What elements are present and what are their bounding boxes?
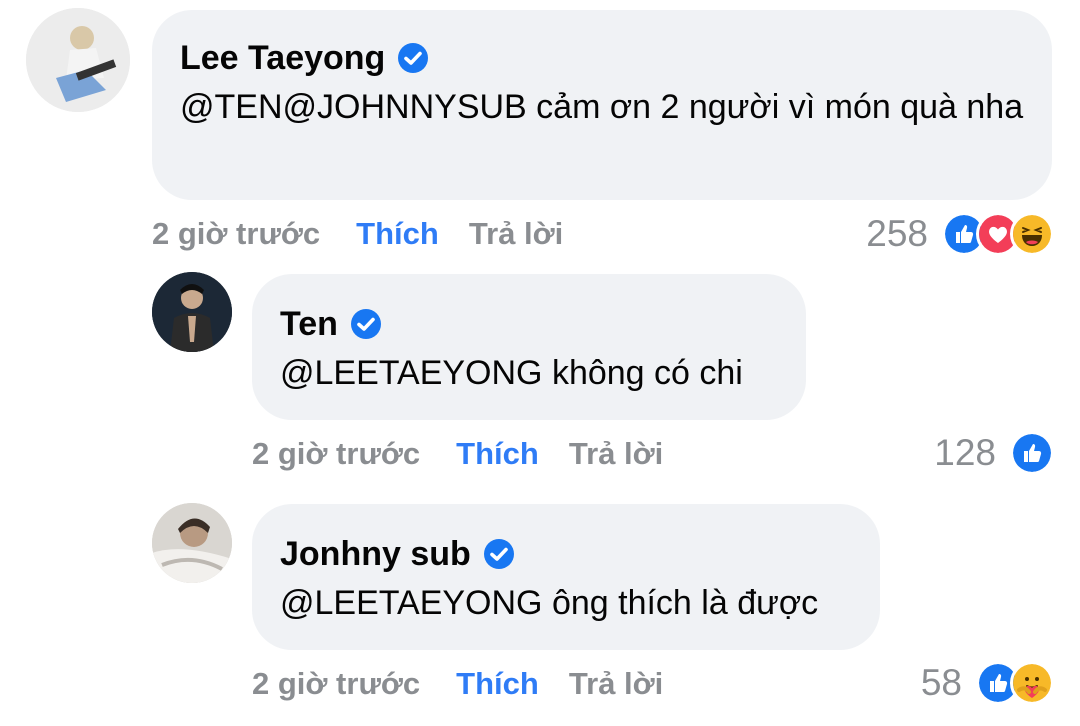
like-button[interactable]: Thích (456, 436, 539, 472)
reaction-summary[interactable]: 58 (921, 661, 1054, 705)
avatar-image (26, 8, 130, 112)
avatar[interactable] (152, 272, 232, 352)
comment-bubble: Lee Taeyong @TEN@JOHNNYSUB cảm ơn 2 ngườ… (152, 10, 1052, 200)
verified-badge-icon (398, 43, 429, 73)
verified-badge-icon (483, 539, 514, 569)
care-icon (1010, 661, 1054, 705)
reaction-summary[interactable]: 128 (934, 431, 1054, 475)
reaction-summary[interactable]: 258 (866, 212, 1054, 256)
reaction-count: 128 (934, 432, 996, 473)
like-button[interactable]: Thích (456, 666, 539, 702)
reply-button[interactable]: Trả lời (569, 436, 663, 472)
reply-button[interactable]: Trả lời (569, 666, 663, 702)
author-name[interactable]: Lee Taeyong (180, 38, 385, 78)
comment-actions: 2 giờ trước Thích Trả lời (252, 436, 663, 472)
avatar[interactable] (152, 503, 232, 583)
haha-icon (1010, 212, 1054, 256)
author-name[interactable]: Jonhny sub (280, 534, 471, 574)
like-button[interactable]: Thích (356, 216, 439, 252)
verified-badge-icon (350, 309, 381, 339)
comment-text: @LEETAEYONG ông thích là được (280, 584, 819, 622)
author-row: Jonhny sub (280, 534, 852, 574)
timestamp[interactable]: 2 giờ trước (152, 216, 320, 252)
author-row: Ten (280, 304, 778, 344)
comment-text: @LEETAEYONG không có chi (280, 354, 743, 392)
avatar[interactable] (26, 8, 130, 112)
avatar-image (152, 503, 232, 583)
reaction-count: 258 (866, 213, 928, 254)
timestamp[interactable]: 2 giờ trước (252, 666, 420, 702)
author-row: Lee Taeyong (180, 38, 1024, 78)
author-name[interactable]: Ten (280, 304, 338, 344)
comment-actions: 2 giờ trước Thích Trả lời (252, 666, 663, 702)
comment-bubble: Ten @LEETAEYONG không có chi (252, 274, 806, 420)
comments-thread: Lee Taeyong @TEN@JOHNNYSUB cảm ơn 2 ngườ… (0, 0, 1080, 726)
avatar-image (152, 272, 232, 352)
like-icon (1010, 431, 1054, 475)
comment-actions: 2 giờ trước Thích Trả lời (152, 216, 563, 252)
reaction-count: 58 (920, 662, 962, 703)
timestamp[interactable]: 2 giờ trước (252, 436, 420, 472)
reply-button[interactable]: Trả lời (469, 216, 563, 252)
comment-bubble: Jonhny sub @LEETAEYONG ông thích là được (252, 504, 880, 650)
comment-text: @TEN@JOHNNYSUB cảm ơn 2 người vì món quà… (180, 88, 1024, 126)
